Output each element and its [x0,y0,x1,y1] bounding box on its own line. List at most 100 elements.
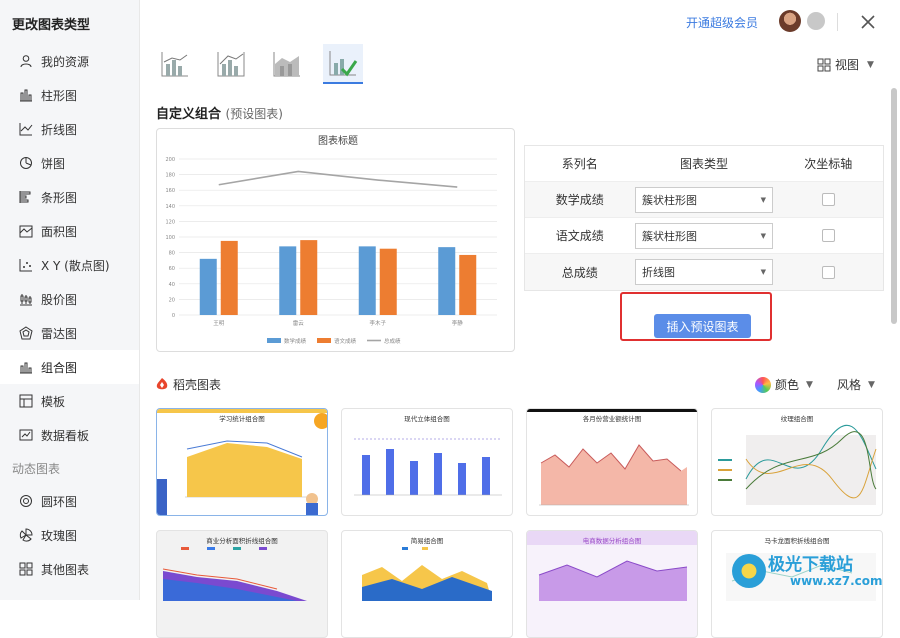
bar-chart-icon [18,189,34,205]
sidebar-item-line-chart[interactable]: 折线图 [0,112,139,146]
sidebar-item-label: 玫瑰图 [41,528,78,543]
y-tick-label: 200 [165,157,175,163]
combo-chart-icon [18,359,34,375]
study-stats-thumbnail [157,409,327,515]
sidebar-item-label: 数据看板 [41,428,90,443]
y-tick-label: 40 [169,282,175,288]
template-card-modern-3d[interactable]: 现代立体组合图 [341,408,513,516]
y-tick-label: 140 [165,204,175,210]
daoke-logo-icon [156,378,168,390]
insert-preset-chart-button[interactable]: 插入预设图表 [654,314,751,338]
dashboard-icon [18,427,34,443]
secondary-axis-checkbox[interactable] [821,229,835,242]
preview-chart-svg: 图表标题 0 20 40 60 80 100 120 140 160 180 200 王明 雷云 李木子 李静… [165,134,497,345]
sidebar-item-template[interactable]: 模板 [0,384,139,418]
chart-title: 图表标题 [318,134,358,147]
sidebar-item-rose-chart[interactable]: 玫瑰图 [0,518,139,552]
area-column-thumb-icon [273,52,300,77]
template-card-study-stats[interactable]: 学习统计组合图 [156,408,328,516]
chevron-down-icon: ▼ [867,59,874,70]
sidebar-item-dashboard[interactable]: 数据看板 [0,418,139,452]
chart-subtype-tabs [155,44,379,84]
chart-type-select[interactable]: 簇状柱形图 ▼ [635,222,773,249]
watermark: 极光下载站 www.xz7.com [726,548,900,600]
chart-preview: 图表标题 0 20 40 60 80 100 120 140 160 180 200 王明 雷云 李木子 李静… [156,128,515,352]
line-chart-icon [18,121,34,137]
card-title: 现代立体组合图 [404,415,450,423]
secondary-axis-checkbox[interactable] [821,265,835,279]
sidebar-item-bar-chart[interactable]: 条形图 [0,180,139,214]
sidebar-item-pie-chart[interactable]: 饼图 [0,146,139,180]
bar-math [199,258,217,315]
top-bar: 开通超级会员 [141,0,900,44]
sidebar-title: 更改图表类型 [12,18,91,33]
monthly-revenue-thumbnail [527,409,697,506]
sidebar-item-column-chart[interactable]: 柱形图 [0,78,139,112]
column-chart-icon [18,87,34,103]
template-card-ecommerce-analysis[interactable]: 电商数据分析组合图 [526,530,698,638]
series-name: 数学成绩 [555,193,604,207]
chart-type-sidebar: 更改图表类型 我的资源柱形图折线图饼图 条形图 面积图 X Y (散点图) 股价图 雷达图… [0,0,140,600]
vertical-scrollbar[interactable] [891,88,897,324]
table-row: 总成绩 折线图 ▼ [525,254,883,290]
y-tick-label: 120 [165,219,175,225]
template-card-monthly-revenue[interactable]: 各月份营业额统计图 [526,408,698,516]
color-wheel-icon [755,376,771,393]
sidebar-item-user[interactable]: 我的资源 [0,44,139,78]
close-icon [861,15,875,29]
dropdown-arrow-icon: ▼ [760,195,766,204]
bar-math [438,247,456,315]
legend-label: 总成绩 [384,337,401,345]
grid-view-icon [817,58,831,71]
rose-chart-icon [18,527,34,543]
card-title: 马卡龙面积折线组合图 [764,537,830,545]
series-table: 系列名 图表类型 次坐标轴 数学成绩 簇状柱形图 ▼ 语文成绩 簇状柱形图 ▼ 总成… [524,145,884,291]
chevron-down-icon: ▼ [806,379,813,390]
sidebar-item-label: 折线图 [41,122,78,137]
sidebar-item-combo-chart[interactable]: 组合图 [0,350,139,384]
view-label: 视图 [835,58,860,72]
chart-type-select[interactable]: 簇状柱形图 ▼ [635,186,773,213]
tab-column-line-secondary[interactable] [211,44,251,84]
tab-area-column[interactable] [267,44,307,84]
avatar[interactable] [779,10,801,32]
user-icon [18,53,34,69]
sidebar-item-label: 组合图 [41,360,78,375]
sidebar-item-label: 柱形图 [41,88,78,103]
sidebar-item-scatter-chart[interactable]: X Y (散点图) [0,248,139,282]
chart-type-select[interactable]: 折线图 ▼ [635,259,773,285]
style-filter-button[interactable]: 风格 ▼ [837,376,875,393]
template-icon [18,393,34,409]
view-button[interactable]: 视图 ▼ [817,56,874,73]
modern-3d-thumbnail [354,438,502,496]
other-chart-icon [18,561,34,577]
custom-combo-subtitle: (预设图表) [225,107,283,121]
x-tick-label: 雷云 [293,320,305,327]
sidebar-item-stock-chart[interactable]: 股价图 [0,282,139,316]
card-title: 各月份营业额统计图 [582,415,642,423]
sidebar-item-radar-chart[interactable]: 雷达图 [0,316,139,350]
secondary-axis-checkbox[interactable] [821,193,835,206]
card-title: 纹理组合图 [780,415,814,423]
sidebar-item-area-chart[interactable]: 面积图 [0,214,139,248]
membership-badge-icon[interactable] [807,12,825,30]
color-filter-button[interactable]: 颜色 ▼ [755,376,813,393]
y-tick-label: 180 [165,173,175,179]
template-card-texture-combo[interactable]: 纹理组合图 [711,408,883,516]
watermark-logo-icon [732,554,766,588]
tab-clustered-column-line[interactable] [155,44,195,84]
tab-custom-combo[interactable] [323,44,363,84]
sidebar-item-donut-chart[interactable]: 圆环图 [0,484,139,518]
sidebar-item-other-chart[interactable]: 其他图表 [0,552,139,586]
template-card-simple-combo[interactable]: 简易组合图 [341,530,513,638]
template-card-business-area-line[interactable]: 商业分析面积折线组合图 [156,530,328,638]
legend-swatch [317,338,331,343]
y-tick-label: 20 [169,297,175,303]
radar-chart-icon [18,325,34,341]
open-vip-link[interactable]: 开通超级会员 [686,14,758,31]
series-name: 总成绩 [561,265,598,280]
header-series-name: 系列名 [561,157,598,171]
header-secondary-axis: 次坐标轴 [804,157,853,171]
close-button[interactable] [858,12,878,32]
watermark-text: 极光下载站 [768,555,853,575]
